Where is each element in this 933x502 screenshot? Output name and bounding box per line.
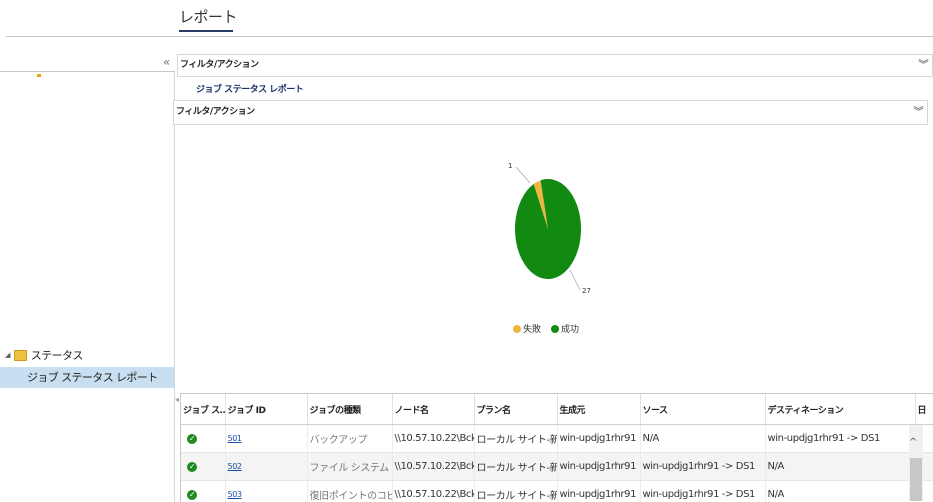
active-tab-indicator [179,30,233,32]
node-name-cell: \\10.57.10.22\Bckup\ai [392,425,474,453]
double-chevron-down-icon[interactable]: ︾ [919,55,929,76]
node-name-cell: \\10.57.10.22\Bckup\ai [392,453,474,481]
plan-name-cell: ローカル サイト-新規 [474,425,557,453]
double-chevron-left-icon[interactable]: « [163,55,170,69]
tree-node-label: ジョブ ステータス レポート [27,371,158,384]
origin-cell: win-updjg1rhr91 [557,453,640,481]
column-header[interactable]: ジョブの種類 [307,394,392,425]
column-header[interactable]: プラン名 [474,394,557,425]
tree-node-status[interactable]: ◢ ステータス [5,347,83,363]
column-header[interactable]: ジョブ ID [225,394,307,425]
success-check-icon: ✓ [187,462,197,472]
pie-label-fail: 1 [508,162,512,170]
column-header[interactable]: 生成元 [557,394,640,425]
status-cell: ✓ [181,425,225,453]
plan-name-cell: ローカル サイト-新規 [474,453,557,481]
scroll-up-icon[interactable]: ^ [909,437,917,448]
source-cell: win-updjg1rhr91 -> DS1 [640,453,765,481]
double-chevron-down-icon[interactable]: ︾ [914,101,924,124]
legend-label: 成功 [561,322,579,335]
header-divider [6,36,933,37]
job-id-link[interactable]: 502 [228,462,242,471]
job-id-cell: 503 [225,481,307,502]
folder-icon [14,350,27,361]
success-check-icon: ✓ [187,434,197,444]
legend-item-fail[interactable]: 失敗 [513,322,541,335]
node-name-cell: \\10.57.10.22\Bckup\ai [392,481,474,502]
legend-item-success[interactable]: 成功 [551,322,579,335]
column-header[interactable]: ジョブ ス… [181,394,225,425]
table-row[interactable]: ✓ 503 復旧ポイントのコピー\\10.57.10.22\Bckup\aiローカル… [181,481,933,502]
leader-line-fail [516,167,530,183]
job-type-cell: 復旧ポイントのコピー [307,481,392,502]
column-header[interactable]: ソース [640,394,765,425]
table-row[interactable]: ✓ 501 バックアップ\\10.57.10.22\Bckup\aiローカル サイト… [181,425,933,453]
origin-cell: win-updjg1rhr91 [557,425,640,453]
pie-slice-success[interactable] [515,179,581,279]
pie-icon [551,325,559,333]
scrollbar-thumb[interactable] [910,458,922,501]
success-check-icon: ✓ [187,490,197,500]
status-cell: ✓ [181,481,225,502]
job-id-link[interactable]: 503 [228,490,242,499]
splitter-handle[interactable]: ◂ [175,395,179,404]
expand-triangle-icon[interactable]: ◢ [5,351,10,359]
report-filter-actions-bar[interactable]: フィルタ/アクション ︾ [173,100,928,125]
job-id-cell: 502 [225,453,307,481]
pie-icon [513,325,521,333]
report-tree-panel [0,71,175,502]
chart-legend: 失敗 成功 [513,322,579,335]
table-header-row: ジョブ ス…ジョブ IDジョブの種類ノード名プラン名生成元ソースデスティネーショ… [181,394,933,425]
job-id-cell: 501 [225,425,307,453]
origin-cell: win-updjg1rhr91 [557,481,640,502]
legend-label: 失敗 [523,322,541,335]
leader-line-success [570,270,580,290]
report-title: ジョブ ステータス レポート [196,82,303,95]
destination-cell: win-updjg1rhr91 -> DS1 [765,425,915,453]
source-cell: win-updjg1rhr91 -> DS1 [640,481,765,502]
table-row[interactable]: ✓ 502 ファイル システム カ\\10.57.10.22\Bckup\aiローカ… [181,453,933,481]
column-header[interactable]: 日 [915,394,933,425]
job-id-link[interactable]: 501 [228,434,242,443]
tab-reports[interactable]: レポート [179,6,237,27]
source-cell: N/A [640,425,765,453]
status-cell: ✓ [181,453,225,481]
column-header[interactable]: ノード名 [392,394,474,425]
filter-actions-bar[interactable]: フィルタ/アクション ︾ [177,54,933,77]
job-type-cell: バックアップ [307,425,392,453]
tree-root-icon [37,74,41,77]
pie-label-success: 27 [582,287,591,295]
column-header[interactable]: デスティネーション [765,394,915,425]
filter-actions-label: フィルタ/アクション [180,60,259,70]
job-type-cell: ファイル システム カ [307,453,392,481]
filter-actions-label: フィルタ/アクション [176,107,255,117]
job-status-table: ジョブ ス…ジョブ IDジョブの種類ノード名プラン名生成元ソースデスティネーショ… [180,393,933,502]
job-status-pie-chart: 1 27 [500,155,610,305]
destination-cell: N/A [765,453,915,481]
tree-node-label: ステータス [31,347,83,363]
destination-cell: N/A [765,481,915,502]
plan-name-cell: ローカル サイト-新規 [474,481,557,502]
tree-node-job-status-report[interactable]: ジョブ ステータス レポート [0,367,174,388]
